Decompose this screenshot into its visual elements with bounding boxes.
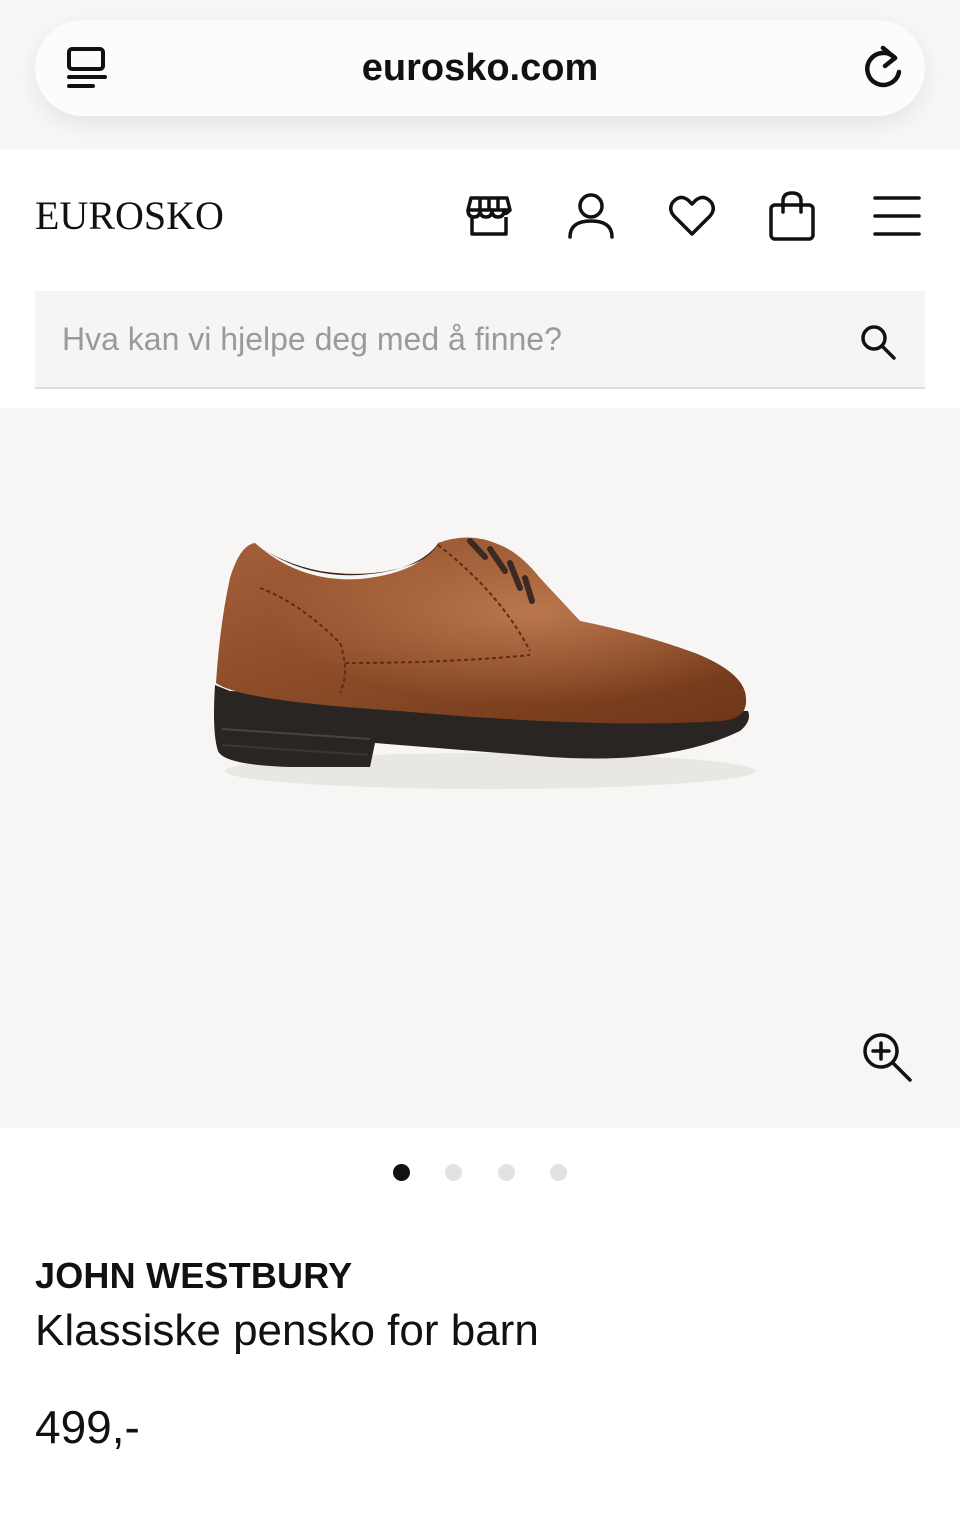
search-bar — [35, 291, 925, 389]
heart-icon[interactable] — [666, 190, 718, 242]
carousel-pagination — [0, 1160, 960, 1184]
carousel-dot-4[interactable] — [550, 1164, 567, 1181]
eurosko-logo[interactable]: EUROSKO — [35, 192, 224, 239]
shopping-bag-icon[interactable] — [766, 190, 818, 242]
reload-icon[interactable] — [861, 44, 905, 92]
product-price: 499,- — [35, 1401, 140, 1453]
search-input[interactable] — [35, 291, 842, 387]
carousel-dot-2[interactable] — [445, 1164, 462, 1181]
browser-toolbar: eurosko.com — [0, 0, 960, 150]
zoom-in-icon[interactable] — [860, 1030, 914, 1084]
search-icon[interactable] — [859, 323, 897, 361]
site-header: EUROSKO — [0, 150, 960, 280]
address-bar[interactable]: eurosko.com — [35, 20, 925, 116]
product-image[interactable] — [200, 533, 760, 798]
product-title: Klassiske pensko for barn — [35, 1306, 539, 1355]
product-gallery[interactable] — [0, 408, 960, 1128]
account-icon[interactable] — [565, 190, 617, 242]
carousel-dot-3[interactable] — [498, 1164, 515, 1181]
menu-icon[interactable] — [871, 190, 923, 242]
product-brand[interactable]: JOHN WESTBURY — [35, 1255, 352, 1297]
store-icon[interactable] — [463, 190, 515, 242]
carousel-dot-1[interactable] — [393, 1164, 410, 1181]
url-text[interactable]: eurosko.com — [35, 20, 925, 116]
